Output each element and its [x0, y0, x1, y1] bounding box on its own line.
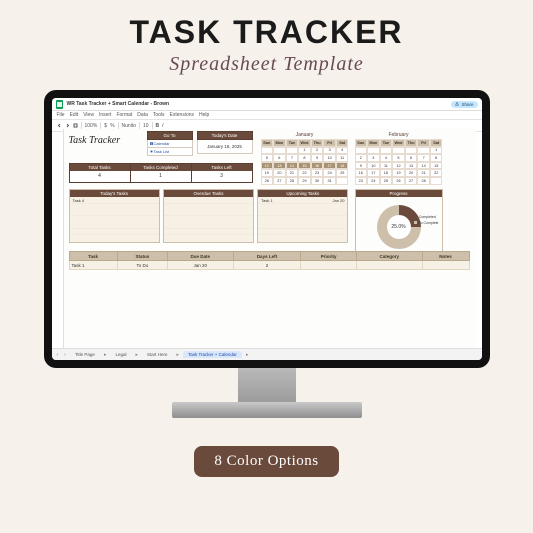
- calendar-february: FebruarySunMonTueWedThuFriSat12345678910…: [355, 131, 443, 185]
- tab-legal[interactable]: Legal: [110, 351, 131, 358]
- lists-panel: Today's TasksTask 4Overdue TasksUpcoming…: [69, 189, 349, 243]
- menu-tools[interactable]: Tools: [153, 112, 165, 118]
- today-header: Today's Date: [197, 131, 253, 140]
- tab-next-icon[interactable]: ›: [62, 352, 68, 358]
- sheets-icon: [56, 100, 63, 109]
- donut-center-label: 25.0%: [391, 224, 405, 230]
- goto-header: Go To: [147, 131, 193, 140]
- titlebar: WR Task Tracker + Smart Calendar - Brown…: [52, 98, 482, 111]
- goto-calendar-link[interactable]: Calendar: [147, 140, 193, 148]
- share-button[interactable]: Share: [451, 101, 477, 108]
- today-value: January 18, 2025: [197, 140, 253, 154]
- menubar: File Edit View Insert Format Data Tools Extensi…: [52, 111, 482, 120]
- tab-task-tracker-calendar[interactable]: Task Tracker + Calendar: [183, 351, 242, 358]
- menu-data[interactable]: Data: [137, 112, 148, 118]
- monitor: WR Task Tracker + Smart Calendar - Brown…: [44, 90, 490, 430]
- zoom-select[interactable]: 100%: [85, 123, 98, 129]
- calendar-icon: [150, 142, 153, 145]
- list-icon: [150, 150, 153, 153]
- grid-area: Task Tracker Go To Calendar Task List To…: [63, 129, 476, 349]
- font-size[interactable]: 10: [143, 123, 149, 129]
- hero-subtitle: Spreadsheet Template: [169, 53, 364, 76]
- goto-tasklist-link[interactable]: Task List: [147, 148, 193, 156]
- menu-help[interactable]: Help: [199, 112, 209, 118]
- document-title[interactable]: WR Task Tracker + Smart Calendar - Brown: [67, 101, 170, 107]
- menu-insert[interactable]: Insert: [99, 112, 112, 118]
- page-title: Task Tracker: [69, 135, 121, 146]
- hero-title: TASK TRACKER: [129, 14, 403, 51]
- print-icon[interactable]: [73, 123, 78, 128]
- font-select[interactable]: Nunito: [122, 123, 136, 129]
- goto-panel: Go To Calendar Task List: [147, 131, 193, 156]
- menu-file[interactable]: File: [57, 112, 65, 118]
- tab-prev-icon[interactable]: ‹: [55, 352, 61, 358]
- legend-completed: Completed: [414, 215, 439, 221]
- menu-edit[interactable]: Edit: [70, 112, 79, 118]
- sheet-tabs: ‹›Title Page▸Legal▸Start Here▸Task Track…: [52, 348, 482, 360]
- today-panel: Today's Date January 18, 2025: [197, 131, 253, 154]
- legend-to-complete: To Complete: [414, 221, 439, 227]
- spreadsheet-app: WR Task Tracker + Smart Calendar - Brown…: [52, 98, 482, 360]
- task-table: TaskStatusDue DateDays LeftPriorityCateg…: [69, 251, 470, 270]
- stats-panel: Total Tasks4Tasks Completed1Tasks Left3: [69, 163, 253, 183]
- redo-icon[interactable]: [65, 123, 70, 128]
- chart-legend: Completed To Complete: [414, 215, 439, 226]
- undo-icon[interactable]: [57, 123, 62, 128]
- calendar-january: JanuarySunMonTueWedThuFriSat123456789101…: [261, 131, 349, 185]
- menu-view[interactable]: View: [83, 112, 94, 118]
- color-options-badge: 8 Color Options: [194, 446, 338, 477]
- tab-start-here[interactable]: Start Here: [142, 351, 173, 358]
- menu-format[interactable]: Format: [116, 112, 132, 118]
- menu-extensions[interactable]: Extensions: [170, 112, 194, 118]
- tab-title-page[interactable]: Title Page: [70, 351, 100, 358]
- lock-icon: [455, 102, 459, 106]
- progress-header: Progress: [356, 190, 442, 197]
